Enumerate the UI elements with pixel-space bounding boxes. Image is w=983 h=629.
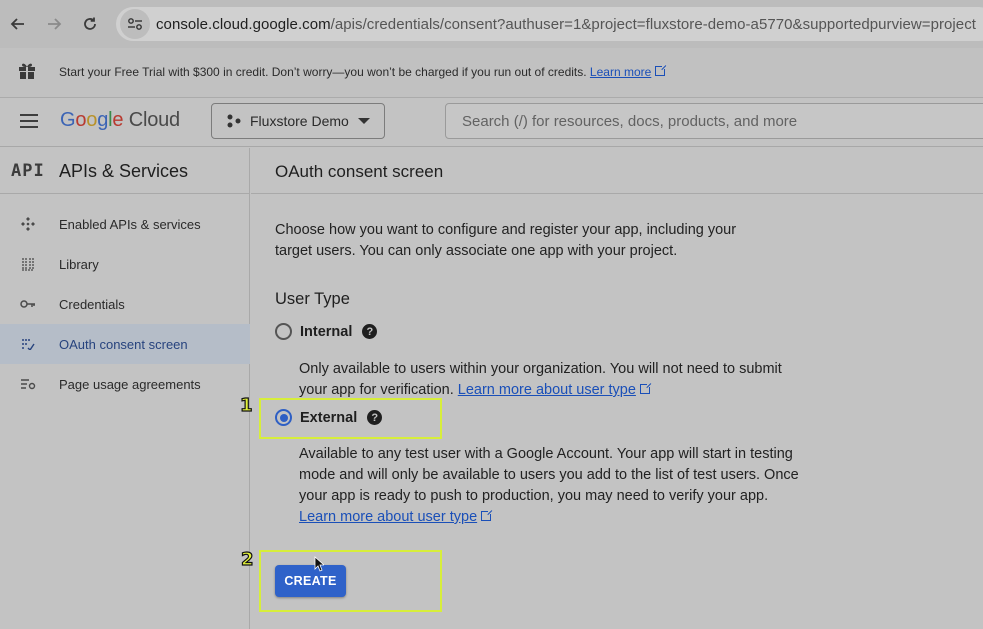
site-settings-icon[interactable] [120, 9, 150, 39]
gift-icon [19, 63, 35, 79]
user-type-heading: User Type [275, 290, 350, 308]
sidebar-header: API APIs & Services [0, 148, 250, 194]
sidebar-item-label: Library [59, 256, 99, 272]
internal-radio[interactable] [275, 323, 292, 340]
browser-toolbar: console.cloud.google.com/apis/credential… [0, 0, 983, 48]
menu-icon[interactable] [20, 114, 38, 128]
sidebar-title: APIs & Services [59, 161, 189, 181]
external-desc-text: Available to any test user with a Google… [299, 446, 799, 504]
forward-icon[interactable] [36, 6, 72, 42]
address-bar[interactable]: console.cloud.google.com/apis/credential… [116, 7, 983, 41]
banner-learn-more-link[interactable]: Learn more [590, 65, 651, 79]
internal-label: Internal [300, 323, 353, 340]
step-1-highlight [259, 398, 442, 439]
project-picker-button[interactable]: Fluxstore Demo [211, 103, 385, 139]
step-2-number: 2 [240, 548, 254, 570]
mouse-cursor-icon [314, 556, 324, 572]
sidebar-item-oauth-consent[interactable]: OAuth consent screen [0, 324, 250, 364]
project-name: Fluxstore Demo [250, 113, 349, 129]
key-icon [18, 294, 38, 314]
sidebar-item-enabled-apis[interactable]: Enabled APIs & services [0, 204, 250, 244]
back-icon[interactable] [0, 6, 36, 42]
banner-message: Start your Free Trial with $300 in credi… [59, 64, 668, 79]
api-icon: API [11, 161, 45, 181]
sidebar-item-label: Credentials [59, 296, 125, 312]
library-icon [18, 254, 38, 274]
console-header: Google Cloud Fluxstore Demo [0, 98, 983, 147]
step-2-highlight [259, 550, 442, 612]
sidebar-item-page-usage[interactable]: Page usage agreements [0, 364, 250, 404]
banner-text: Start your Free Trial with $300 in credi… [59, 65, 587, 79]
sidebar: API APIs & Services Enabled APIs & servi… [0, 148, 250, 629]
consent-icon [18, 334, 38, 354]
sidebar-item-label: Enabled APIs & services [59, 216, 201, 232]
external-learn-more-link[interactable]: Learn more about user type [299, 509, 477, 525]
project-icon [227, 114, 241, 128]
url-text: console.cloud.google.com/apis/credential… [156, 15, 976, 33]
external-link-icon [481, 509, 494, 521]
page-title: OAuth consent screen [275, 162, 444, 181]
search-input[interactable] [446, 104, 983, 138]
step-1-number: 1 [239, 394, 253, 416]
internal-learn-more-link[interactable]: Learn more about user type [458, 382, 636, 398]
external-link-icon [655, 64, 668, 76]
settings-list-icon [18, 374, 38, 394]
search-box[interactable] [445, 103, 983, 139]
internal-option[interactable]: Internal ? [275, 323, 378, 340]
reload-icon[interactable] [72, 6, 108, 42]
intro-text: Choose how you want to configure and reg… [275, 222, 737, 259]
sidebar-item-label: OAuth consent screen [59, 336, 188, 352]
chevron-down-icon [358, 118, 370, 124]
free-trial-banner: Start your Free Trial with $300 in credi… [0, 48, 983, 98]
enabled-apis-icon [18, 214, 38, 234]
external-description: Available to any test user with a Google… [299, 444, 799, 528]
page-header: OAuth consent screen [251, 148, 983, 194]
external-link-icon [639, 382, 652, 394]
internal-description: Only available to users within your orga… [299, 359, 799, 401]
help-icon[interactable]: ? [362, 324, 378, 339]
sidebar-item-label: Page usage agreements [59, 376, 201, 392]
sidebar-item-library[interactable]: Library [0, 244, 250, 284]
google-cloud-logo[interactable]: Google Cloud [60, 109, 180, 132]
sidebar-item-credentials[interactable]: Credentials [0, 284, 250, 324]
